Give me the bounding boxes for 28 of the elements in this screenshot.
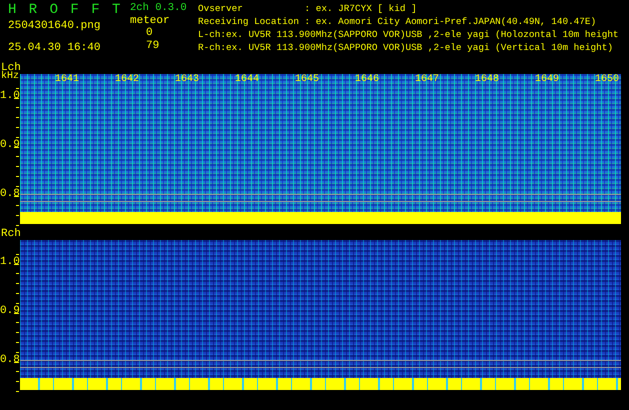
axis-label: 0.8 xyxy=(0,188,20,200)
axis-label: 1.0 xyxy=(0,90,20,102)
info-line: Ovserver : ex. JR7CYX [ kid ] xyxy=(198,2,418,15)
time-label: 1646 xyxy=(355,74,380,86)
axis-label: 0.8 xyxy=(0,354,20,366)
date-time: 25.04.30 16:40 xyxy=(8,42,102,54)
axis-label: 0.9 xyxy=(0,139,20,151)
meteor-count: 0 xyxy=(145,27,153,40)
time-label: 1650 xyxy=(595,74,620,86)
time-label: 1641 xyxy=(55,74,80,86)
meteor-count: 79 xyxy=(145,40,160,52)
channel-label: Rch xyxy=(0,229,21,240)
time-label: 1644 xyxy=(235,74,260,86)
time-label: 1648 xyxy=(475,74,500,86)
version-label: 2ch 0.3.0 xyxy=(130,2,187,14)
info-line: R-ch:ex. UV5R 113.900Mhz(SAPPORO VOR)USB ,2-ele yagi (Vertical 10m height) xyxy=(198,41,614,54)
axis-label: 1.0 xyxy=(0,256,20,268)
time-label: 1645 xyxy=(295,74,320,86)
time-label: 1643 xyxy=(175,74,200,86)
time-label: 1649 xyxy=(535,74,560,86)
axis-label: 0.9 xyxy=(0,305,20,317)
info-line: Receiving Location : ex. Aomori City Aomori-Pref.JAPAN(40.49N, 140.47E) xyxy=(198,15,598,28)
meteor-label: meteor xyxy=(130,14,170,27)
file-name: 2504301640.png xyxy=(8,20,102,32)
app-title: H R O F F T xyxy=(8,2,122,18)
time-label: 1642 xyxy=(115,74,140,86)
info-line: L-ch:ex. UV5R 113.900Mhz(SAPPORO VOR)USB ,2-ele yagi (Holozontal 10m height xyxy=(198,28,619,41)
time-label: 1647 xyxy=(415,74,440,86)
